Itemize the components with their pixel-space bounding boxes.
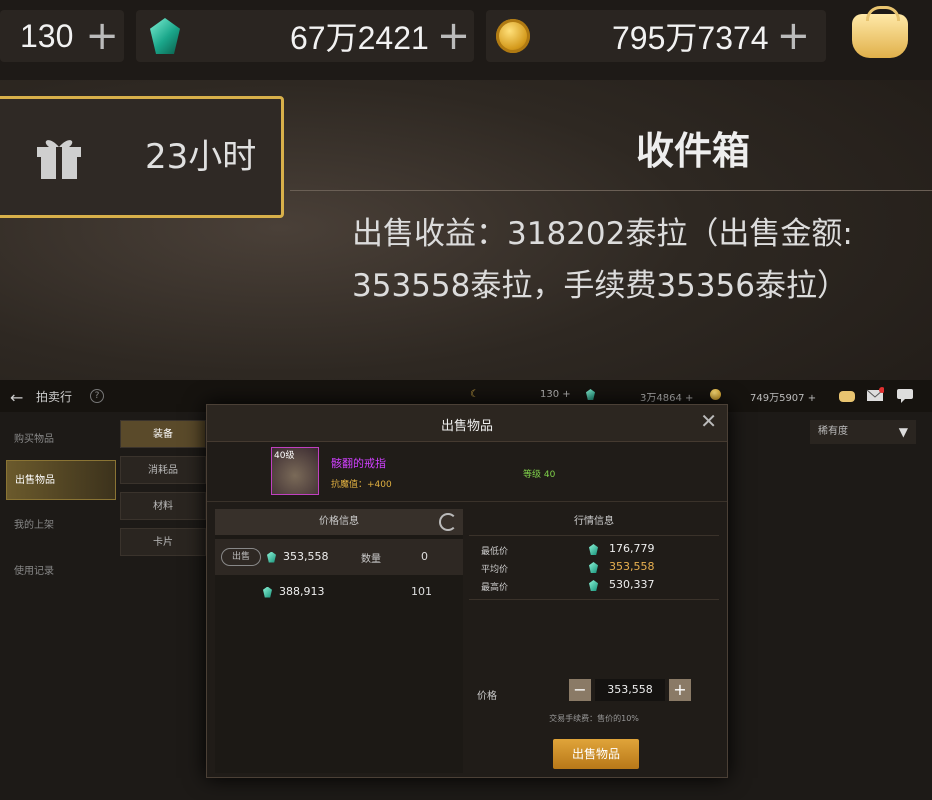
price-info-header: 价格信息 — [215, 509, 463, 535]
sidebar: 购买物品 出售物品 我的上架 使用记录 — [0, 412, 116, 800]
inbox-title: 收件箱 — [636, 129, 751, 173]
gem-slot: 67万2421 + — [136, 10, 474, 62]
gem-icon — [589, 562, 598, 573]
price-info-title: 价格信息 — [319, 516, 359, 527]
ring-item-icon[interactable]: 40级 — [271, 447, 319, 495]
stamina-slot: 130 + — [0, 10, 124, 62]
sell-tag: 出售 — [221, 548, 261, 566]
item-name: 骸翻的戒指 — [331, 457, 386, 470]
market-row-avg: 平均价 353,558 — [469, 559, 719, 577]
mail-icon[interactable] — [866, 387, 884, 403]
market-info-header: 行情信息 — [469, 509, 719, 536]
sell-item-button[interactable]: 出售物品 — [553, 739, 639, 769]
pouch-icon[interactable] — [852, 6, 908, 58]
item-attribute: 抗魔值：+400 — [331, 480, 392, 490]
gift-timer: 23小时 — [145, 137, 257, 177]
divider — [469, 599, 719, 600]
close-icon[interactable]: ✕ — [700, 411, 717, 431]
back-arrow-icon[interactable]: ← — [10, 388, 23, 407]
gift-icon — [37, 140, 81, 179]
sale-income-text: 出售收益：318202泰拉（出售金额: 353558泰拉，手续费35356泰拉） — [352, 208, 912, 312]
increase-price-button[interactable]: + — [669, 679, 691, 701]
gift-panel[interactable]: 23小时 — [0, 96, 284, 218]
sidebar-item-sell[interactable]: 出售物品 — [6, 460, 116, 500]
gem-mini-icon — [586, 389, 595, 401]
listing-row[interactable]: 388,913 101 — [215, 581, 463, 605]
sidebar-item-history[interactable]: 使用记录 — [6, 552, 116, 592]
market-label: 最高价 — [481, 583, 509, 593]
resource-bar: 130 + 67万2421 + 795万7374 + — [0, 0, 932, 80]
market-value: 530,337 — [609, 578, 655, 591]
item-level-badge: 40级 — [274, 451, 295, 461]
category-consumables[interactable]: 消耗品 — [120, 456, 206, 484]
rarity-dropdown[interactable]: 稀有度 ▼ — [810, 420, 916, 444]
category-equipment[interactable]: 装备 — [120, 420, 206, 448]
gem-mini[interactable]: 3万4864 + — [640, 389, 693, 404]
price-label: 价格 — [477, 691, 497, 702]
moon-icon: ☾ — [470, 389, 479, 400]
income-line-2: 353558泰拉，手续费35356泰拉） — [352, 268, 848, 304]
divider — [290, 190, 932, 191]
price-input[interactable]: 353,558 — [595, 679, 665, 701]
listing-price: 388,913 — [279, 585, 325, 598]
category-cards[interactable]: 卡片 — [120, 528, 206, 556]
rarity-label: 稀有度 — [818, 426, 848, 437]
stamina-add-button[interactable]: + — [85, 16, 119, 56]
income-line-1: 出售收益：318202泰拉（出售金额: — [352, 216, 853, 252]
market-value: 176,779 — [609, 542, 655, 555]
gold-value: 795万7374 — [612, 20, 769, 56]
market-info-panel: 行情信息 最低价 176,779 平均价 353,558 最高价 530,337… — [469, 509, 719, 773]
refresh-icon[interactable] — [439, 513, 457, 531]
gem-icon — [263, 585, 272, 598]
stamina-value: 130 — [20, 17, 74, 54]
price-info-panel: 价格信息 出售 353,558 数量 0 388,913 101 — [215, 509, 463, 773]
zoomed-header: 130 + 67万2421 + 795万7374 + 23小时 收件箱 出售收益… — [0, 0, 932, 380]
gold-mini[interactable]: 749万5907 + — [750, 389, 816, 404]
quantity-label: 数量 — [361, 554, 381, 565]
market-label: 最低价 — [481, 547, 509, 557]
gem-icon — [267, 550, 276, 563]
market-row-min: 最低价 176,779 — [469, 541, 719, 559]
gem-add-button[interactable]: + — [437, 16, 471, 56]
gem-value: 67万2421 — [290, 20, 429, 56]
decrease-price-button[interactable]: − — [569, 679, 591, 701]
market-label: 平均价 — [481, 565, 509, 575]
auction-screen: ← 拍卖行 ? ☾ 130 + 3万4864 + 749万5907 + 购买物品… — [0, 380, 932, 800]
gem-icon — [589, 580, 598, 591]
dialog-header: 出售物品 ✕ — [207, 405, 727, 442]
market-row-max: 最高价 530,337 — [469, 577, 719, 595]
chat-icon[interactable] — [896, 387, 914, 403]
coin-mini-icon — [710, 389, 721, 401]
gold-coin-icon — [496, 19, 530, 53]
chevron-down-icon: ▼ — [898, 425, 908, 439]
category-materials[interactable]: 材料 — [120, 492, 206, 520]
help-icon[interactable]: ? — [90, 389, 104, 403]
stamina-mini[interactable]: 130 + — [540, 389, 571, 400]
pouch-icon[interactable] — [838, 387, 856, 403]
sell-item-dialog: 出售物品 ✕ 40级 骸翻的戒指 抗魔值：+400 等级 40 价格信息 出售 … — [206, 404, 728, 778]
gem-icon — [150, 18, 180, 54]
listing-quantity: 0 — [421, 550, 428, 563]
market-value: 353,558 — [609, 560, 655, 573]
sidebar-item-buy[interactable]: 购买物品 — [6, 420, 116, 460]
gem-icon — [589, 544, 598, 555]
fee-note: 交易手续费：售价的10% — [549, 714, 639, 723]
auction-title: 拍卖行 — [36, 390, 73, 404]
listing-quantity: 101 — [411, 585, 432, 598]
gold-add-button[interactable]: + — [777, 16, 811, 56]
sidebar-item-my-listings[interactable]: 我的上架 — [6, 506, 116, 546]
gold-slot: 795万7374 + — [486, 10, 826, 62]
item-info: 40级 骸翻的戒指 抗魔值：+400 等级 40 — [207, 443, 727, 502]
dialog-title: 出售物品 — [440, 419, 493, 434]
item-grade: 等级 40 — [523, 470, 556, 480]
listing-row[interactable]: 出售 353,558 数量 0 — [215, 539, 463, 575]
listing-price: 353,558 — [283, 550, 329, 563]
